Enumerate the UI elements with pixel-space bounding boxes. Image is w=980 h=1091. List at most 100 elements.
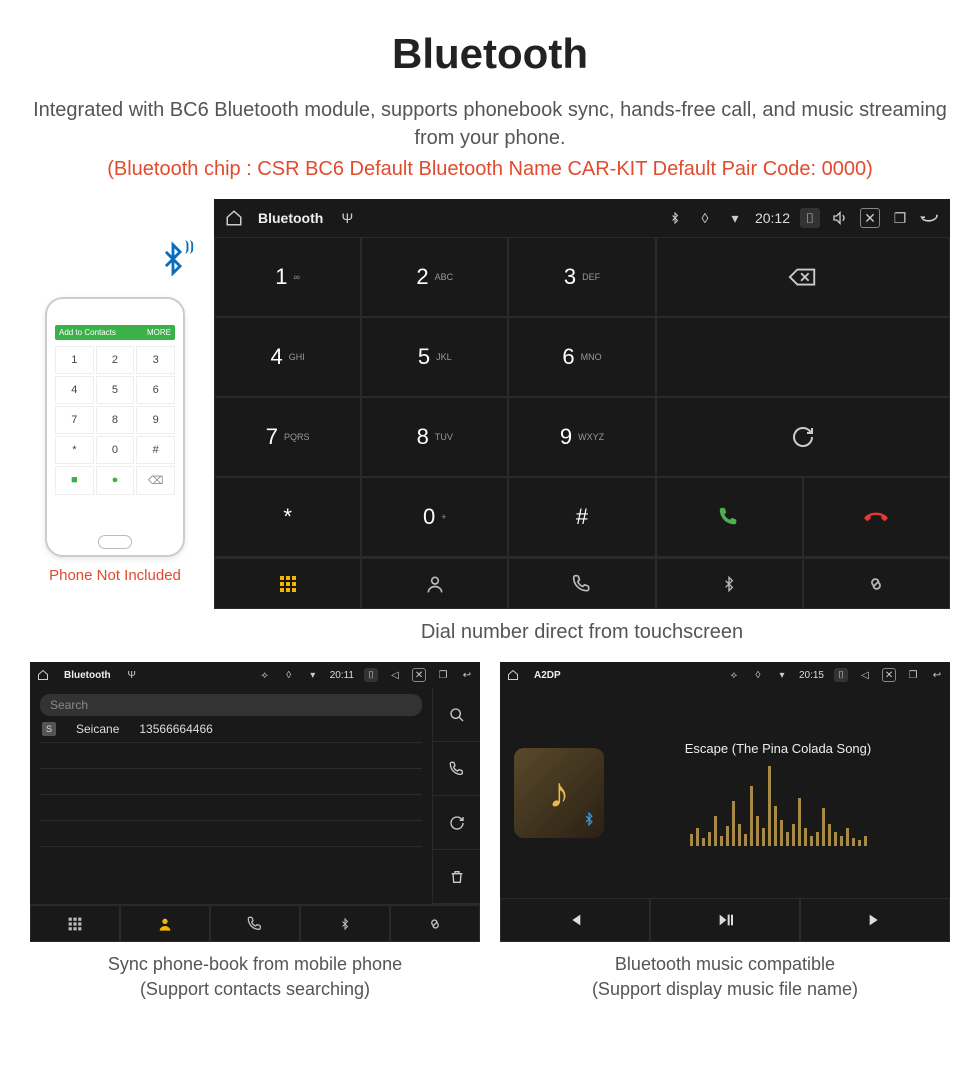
key-1[interactable]: 1∞: [214, 237, 361, 317]
nav-bluetooth[interactable]: [300, 905, 390, 942]
bluetooth-status-icon: [665, 208, 685, 228]
bluetooth-meta-info: (Bluetooth chip : CSR BC6 Default Blueto…: [30, 158, 950, 181]
music-panel: A2DP ⟡ ◊ ▾ 20:15 ⌷ ◁ ✕ ❐ ↩: [500, 662, 950, 1002]
phone-app-header: Add to Contacts MORE: [55, 325, 175, 340]
back-icon[interactable]: [920, 208, 940, 228]
contacts-side-actions: [432, 688, 480, 904]
status-bar: Bluetooth Ψ ⟡ ◊ ▾ 20:11 ⌷ ◁ ✕ ❐ ↩: [30, 662, 480, 688]
camera-icon[interactable]: ⌷: [834, 668, 848, 682]
back-icon[interactable]: ↩: [930, 668, 944, 682]
home-icon[interactable]: [224, 208, 244, 228]
bluetooth-status-icon: ⟡: [727, 668, 741, 682]
backspace-button[interactable]: [656, 237, 950, 317]
volume-icon[interactable]: ◁: [858, 668, 872, 682]
close-app-icon[interactable]: ✕: [860, 208, 880, 228]
album-art: [514, 748, 604, 838]
close-app-icon[interactable]: ✕: [412, 668, 426, 682]
dialer-caption: Dial number direct from touchscreen: [421, 621, 743, 644]
key-8[interactable]: 8TUV: [361, 397, 508, 477]
status-title: A2DP: [534, 670, 561, 681]
status-time: 20:15: [799, 670, 824, 681]
redial-button[interactable]: [656, 397, 950, 477]
location-icon: ◊: [282, 668, 296, 682]
camera-icon[interactable]: ⌷: [800, 208, 820, 228]
key-5[interactable]: 5JKL: [361, 317, 508, 397]
search-icon[interactable]: [433, 688, 480, 742]
letter-badge: S: [42, 722, 56, 736]
phone-keypad: 123 456 789 *0# ■●⌫: [55, 346, 175, 495]
phone-mock-column: ⦘⦘ Add to Contacts MORE 123 456 789 *0# …: [30, 239, 200, 584]
key-0[interactable]: 0+: [361, 477, 508, 557]
contacts-bottom-nav: [30, 904, 480, 942]
next-track-button[interactable]: [800, 898, 950, 942]
key-4[interactable]: 4GHI: [214, 317, 361, 397]
music-caption: Bluetooth music compatible (Support disp…: [592, 952, 858, 1002]
nav-recent[interactable]: [210, 905, 300, 942]
call-icon[interactable]: [433, 742, 480, 796]
play-pause-button[interactable]: [650, 898, 800, 942]
contact-number: 13566664466: [139, 722, 212, 736]
prev-track-button[interactable]: [500, 898, 650, 942]
status-time: 20:11: [330, 670, 354, 681]
bluetooth-status-icon: ⟡: [258, 668, 272, 682]
contact-name: Seicane: [76, 722, 119, 736]
usb-icon: Ψ: [337, 208, 357, 228]
dialer-panel: Bluetooth Ψ ◊ ▾ 20:12 ⌷ ✕ ❐: [214, 199, 950, 644]
volume-icon[interactable]: ◁: [388, 668, 402, 682]
delete-icon[interactable]: [433, 850, 480, 904]
sync-icon[interactable]: [433, 796, 480, 850]
wifi-icon: ▾: [775, 668, 789, 682]
contact-row[interactable]: S Seicane 13566664466: [40, 716, 422, 743]
key-7[interactable]: 7PQRS: [214, 397, 361, 477]
nav-contacts[interactable]: [361, 558, 508, 609]
status-bar: Bluetooth Ψ ◊ ▾ 20:12 ⌷ ✕ ❐: [214, 199, 950, 237]
key-3[interactable]: 3DEF: [508, 237, 655, 317]
page-title: Bluetooth: [30, 30, 950, 78]
nav-pair[interactable]: [390, 905, 480, 942]
dialer-keypad: 1∞ 2ABC 3DEF 4GHI 5JKL 6MNO 7PQRS 8TUV 9…: [214, 237, 950, 557]
home-icon[interactable]: [36, 668, 50, 682]
nav-bluetooth[interactable]: [656, 558, 803, 609]
key-6[interactable]: 6MNO: [508, 317, 655, 397]
equalizer: [620, 766, 936, 846]
phone-mockup: Add to Contacts MORE 123 456 789 *0# ■●⌫: [45, 297, 185, 557]
nav-pair[interactable]: [803, 558, 950, 609]
location-icon: ◊: [751, 668, 765, 682]
empty-cell: [656, 317, 950, 397]
recent-apps-icon[interactable]: ❐: [890, 208, 910, 228]
search-input[interactable]: Search: [40, 694, 422, 716]
nav-recent[interactable]: [508, 558, 655, 609]
contacts-list: Search S Seicane 13566664466: [30, 688, 432, 904]
phone-caption: Phone Not Included: [49, 567, 181, 584]
camera-icon[interactable]: ⌷: [364, 668, 378, 682]
key-2[interactable]: 2ABC: [361, 237, 508, 317]
close-app-icon[interactable]: ✕: [882, 668, 896, 682]
recent-apps-icon[interactable]: ❐: [436, 668, 450, 682]
music-controls: [500, 898, 950, 942]
dialer-bottom-nav: [214, 557, 950, 609]
nav-keypad[interactable]: [30, 905, 120, 942]
bluetooth-icon: [582, 811, 596, 830]
song-title: Escape (The Pina Colada Song): [685, 741, 871, 756]
bluetooth-icon: ⦘⦘: [156, 239, 190, 289]
wifi-icon: ▾: [725, 208, 745, 228]
hangup-button[interactable]: [803, 477, 950, 557]
status-time: 20:12: [755, 210, 790, 226]
key-star[interactable]: *: [214, 477, 361, 557]
nav-contacts[interactable]: [120, 905, 210, 942]
volume-icon[interactable]: [830, 208, 850, 228]
location-icon: ◊: [695, 208, 715, 228]
recent-apps-icon[interactable]: ❐: [906, 668, 920, 682]
status-title: Bluetooth: [64, 670, 111, 681]
status-title: Bluetooth: [258, 210, 323, 226]
wifi-icon: ▾: [306, 668, 320, 682]
call-button[interactable]: [656, 477, 803, 557]
contacts-panel: Bluetooth Ψ ⟡ ◊ ▾ 20:11 ⌷ ◁ ✕ ❐ ↩ Search: [30, 662, 480, 1002]
back-icon[interactable]: ↩: [460, 668, 474, 682]
nav-keypad[interactable]: [214, 558, 361, 609]
key-hash[interactable]: #: [508, 477, 655, 557]
key-9[interactable]: 9WXYZ: [508, 397, 655, 477]
status-bar: A2DP ⟡ ◊ ▾ 20:15 ⌷ ◁ ✕ ❐ ↩: [500, 662, 950, 688]
home-icon[interactable]: [506, 668, 520, 682]
music-headunit: A2DP ⟡ ◊ ▾ 20:15 ⌷ ◁ ✕ ❐ ↩: [500, 662, 950, 942]
